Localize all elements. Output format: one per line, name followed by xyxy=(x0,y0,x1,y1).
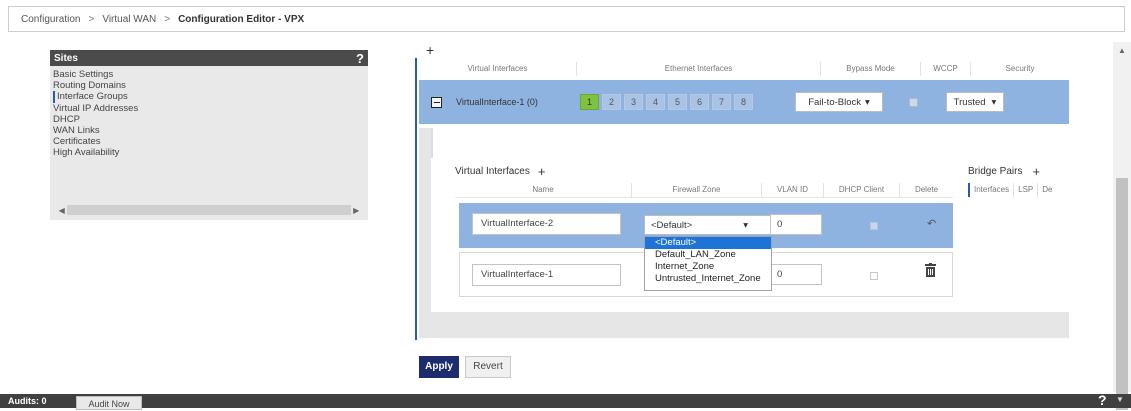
interface-group-row: VirtualInterface-1 (0) 1 2 3 4 5 6 7 8 F… xyxy=(419,80,1069,124)
ethernet-port-1[interactable]: 1 xyxy=(580,94,599,110)
revert-button[interactable]: Revert xyxy=(465,356,511,378)
sites-item-high-availability[interactable]: High Availability xyxy=(53,147,365,158)
ethernet-port-7[interactable]: 7 xyxy=(712,94,731,110)
add-interface-group-button[interactable]: + xyxy=(426,42,434,58)
sites-horizontal-scrollbar[interactable]: ◀ ▶ xyxy=(56,204,362,216)
ethernet-port-4[interactable]: 4 xyxy=(646,94,665,110)
audits-count: Audits: 0 xyxy=(8,396,47,406)
add-bridge-pair-button[interactable]: + xyxy=(1032,164,1040,179)
bridge-pairs-heading: Bridge Pairs + xyxy=(968,164,1040,179)
sites-header: Sites ? xyxy=(50,50,368,66)
breadcrumb: Configuration > Virtual WAN > Configurat… xyxy=(8,6,1125,32)
help-icon[interactable]: ? xyxy=(356,51,364,66)
column-header-dhcp-client: DHCP Client xyxy=(824,182,900,197)
firewall-zone-dropdown: <Default> Default_LAN_Zone Internet_Zone… xyxy=(644,236,772,291)
column-header-security: Security xyxy=(1005,64,1035,73)
scrollbar-thumb[interactable] xyxy=(1116,178,1128,410)
scrollbar-thumb[interactable] xyxy=(67,205,351,215)
undo-icon[interactable]: ↶ xyxy=(927,217,936,230)
column-header-ethernet-interfaces: Ethernet Interfaces xyxy=(577,62,821,76)
ethernet-port-selector: 1 2 3 4 5 6 7 8 xyxy=(580,94,753,110)
column-header-delete: Delete xyxy=(914,184,939,194)
dropdown-option-default[interactable]: <Default> xyxy=(645,237,771,249)
virtual-interfaces-table-header: Name Firewall Zone VLAN ID DHCP Client D… xyxy=(455,182,953,198)
dhcp-client-checkbox[interactable] xyxy=(870,272,878,280)
audit-footer: Audits: 0 Audit Now ? ▼ xyxy=(0,392,1131,410)
section-accent-bar xyxy=(415,58,417,340)
security-value: Trusted xyxy=(953,96,986,108)
dropdown-option-untrusted-internet-zone[interactable]: Untrusted_Internet_Zone xyxy=(645,273,771,285)
virtual-interface-name-input[interactable]: VirtualInterface-2 xyxy=(472,213,621,235)
ethernet-port-6[interactable]: 6 xyxy=(690,94,709,110)
help-icon[interactable]: ? xyxy=(1098,392,1107,408)
virtual-interfaces-title: Virtual Interfaces xyxy=(455,166,530,177)
sites-item-wan-links[interactable]: WAN Links xyxy=(53,125,365,136)
firewall-zone-select[interactable]: <Default> ▾ xyxy=(644,215,771,235)
interface-groups-header: Virtual Interfaces Ethernet Interfaces B… xyxy=(419,60,1069,78)
column-header-lsp: LSP xyxy=(1014,183,1039,197)
column-header-name: Name xyxy=(455,182,632,197)
sites-item-basic-settings[interactable]: Basic Settings xyxy=(53,69,365,80)
column-header-de: De xyxy=(1042,185,1053,194)
breadcrumb-separator: > xyxy=(88,13,95,25)
sites-title: Sites xyxy=(54,52,78,64)
vlan-id-input[interactable]: 0 xyxy=(770,214,822,235)
virtual-interface-name-input[interactable]: VirtualInterface-1 xyxy=(472,264,621,286)
virtual-interfaces-heading: Virtual Interfaces + xyxy=(455,164,545,179)
column-header-bypass-mode: Bypass Mode xyxy=(821,62,921,76)
interface-group-name: VirtualInterface-1 (0) xyxy=(456,97,538,107)
dhcp-client-checkbox[interactable] xyxy=(870,222,878,230)
firewall-zone-value: <Default> xyxy=(651,219,693,231)
sites-item-virtual-ip-addresses[interactable]: Virtual IP Addresses xyxy=(53,103,365,114)
breadcrumb-separator: > xyxy=(164,13,171,25)
sites-item-certificates[interactable]: Certificates xyxy=(53,136,365,147)
ethernet-port-3[interactable]: 3 xyxy=(624,94,643,110)
chevron-down-icon: ▾ xyxy=(865,96,870,108)
ethernet-port-5[interactable]: 5 xyxy=(668,94,687,110)
vlan-id-input[interactable]: 0 xyxy=(770,264,822,285)
security-select[interactable]: Trusted ▾ xyxy=(946,92,1004,112)
column-header-virtual-interfaces: Virtual Interfaces xyxy=(419,62,577,76)
add-virtual-interface-button[interactable]: + xyxy=(538,164,546,179)
vertical-scrollbar[interactable]: ▲ xyxy=(1113,42,1131,410)
scroll-down-icon[interactable]: ▼ xyxy=(1116,395,1124,404)
sites-panel: Sites ? Basic Settings Routing Domains I… xyxy=(50,50,368,220)
apply-button[interactable]: Apply xyxy=(419,356,459,378)
column-header-vlan-id: VLAN ID xyxy=(762,182,824,197)
bridge-pairs-title: Bridge Pairs xyxy=(968,166,1023,177)
collapse-icon[interactable] xyxy=(431,96,442,108)
scroll-up-icon[interactable]: ▲ xyxy=(1113,46,1131,55)
dropdown-option-internet-zone[interactable]: Internet_Zone xyxy=(645,261,771,273)
column-header-wccp: WCCP xyxy=(921,62,971,76)
breadcrumb-current: Configuration Editor - VPX xyxy=(178,13,305,25)
sites-nav: Basic Settings Routing Domains Interface… xyxy=(50,66,368,162)
ethernet-port-8[interactable]: 8 xyxy=(734,94,753,110)
sites-item-interface-groups[interactable]: Interface Groups xyxy=(53,91,365,103)
column-header-firewall-zone: Firewall Zone xyxy=(632,182,762,197)
bridge-pairs-table-header: Interfaces LSP De xyxy=(968,182,1069,198)
detail-panel-divider xyxy=(431,128,433,158)
bypass-mode-value: Fail-to-Block xyxy=(808,96,861,108)
dropdown-option-default-lan-zone[interactable]: Default_LAN_Zone xyxy=(645,249,771,261)
column-header-interfaces: Interfaces xyxy=(970,183,1015,197)
breadcrumb-virtual-wan[interactable]: Virtual WAN xyxy=(102,14,156,25)
scroll-right-icon[interactable]: ▶ xyxy=(351,206,362,215)
chevron-down-icon: ▾ xyxy=(743,219,748,231)
sites-item-dhcp[interactable]: DHCP xyxy=(53,114,365,125)
chevron-down-icon: ▾ xyxy=(991,96,997,108)
scroll-left-icon[interactable]: ◀ xyxy=(56,206,67,215)
bypass-mode-select[interactable]: Fail-to-Block ▾ xyxy=(795,92,883,112)
trash-icon[interactable] xyxy=(925,263,936,277)
wccp-checkbox[interactable] xyxy=(909,97,918,107)
sites-item-routing-domains[interactable]: Routing Domains xyxy=(53,80,365,91)
breadcrumb-configuration[interactable]: Configuration xyxy=(21,14,80,25)
ethernet-port-2[interactable]: 2 xyxy=(602,94,621,110)
